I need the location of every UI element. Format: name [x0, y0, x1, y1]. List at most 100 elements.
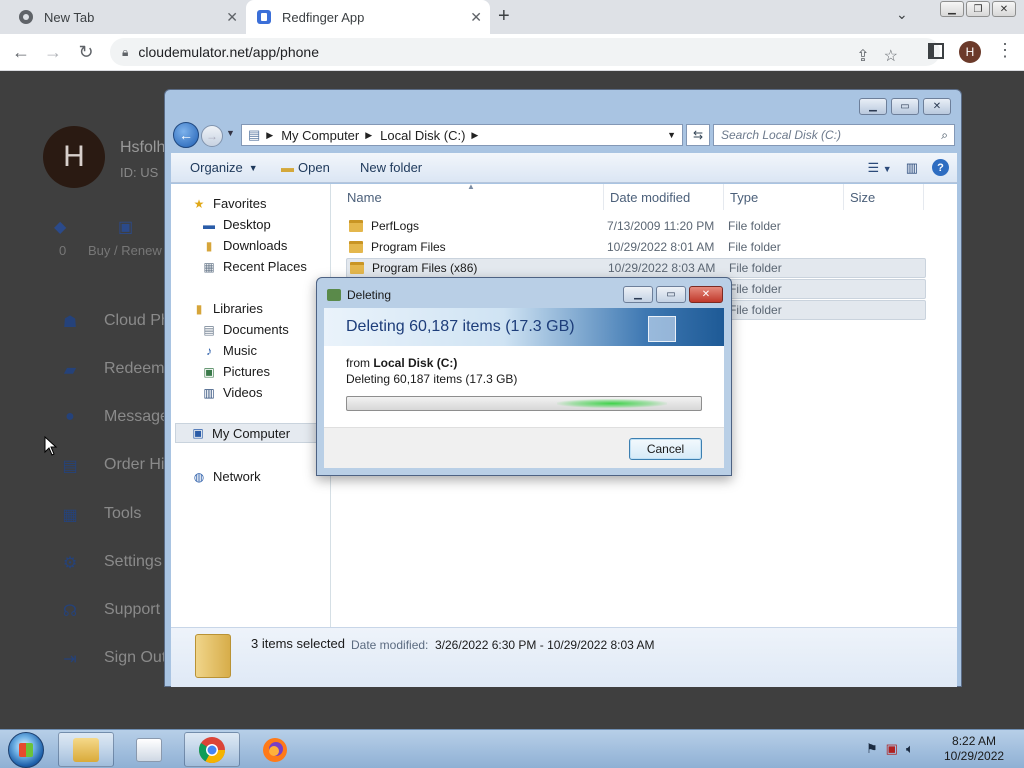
- tab-label: Redfinger App: [282, 9, 365, 25]
- breadcrumb-chevron-icon[interactable]: ▶: [365, 130, 372, 141]
- from-location: Local Disk (C:): [373, 356, 458, 370]
- address-bar[interactable]: 🔒︎ cloudemulator.net/app/phone ⇪ ☆: [110, 38, 940, 66]
- explorer-address-row: ← → ▼ ▤ ▶ My Computer ▶ Local Disk (C:) …: [171, 121, 957, 149]
- new-folder-button[interactable]: New folder: [360, 160, 422, 175]
- search-icon[interactable]: ⌕: [941, 128, 948, 143]
- back-arrow-icon[interactable]: ←: [10, 42, 32, 63]
- volume-icon[interactable]: 🔈︎: [906, 741, 914, 757]
- column-date-modified[interactable]: Date modified: [604, 184, 724, 210]
- taskbar-media-player[interactable]: [121, 732, 177, 767]
- nav-label: Favorites: [213, 196, 267, 211]
- back-arrow-icon[interactable]: ←: [173, 122, 199, 148]
- explorer-search-input[interactable]: Search Local Disk (C:) ⌕: [713, 124, 955, 146]
- menu-tools[interactable]: ▦ Tools: [60, 505, 141, 524]
- breadcrumb-chevron-icon[interactable]: ▶: [266, 130, 273, 141]
- minimize-icon[interactable]: ▁: [940, 1, 964, 17]
- close-icon[interactable]: ✕: [923, 98, 951, 115]
- cancel-button[interactable]: Cancel: [629, 438, 702, 460]
- nav-favorites[interactable]: ★ Favorites: [191, 196, 267, 211]
- explorer-address-bar[interactable]: ▤ ▶ My Computer ▶ Local Disk (C:) ▶ ▼: [241, 124, 683, 146]
- network-icon[interactable]: ▣: [886, 741, 898, 757]
- menu-cloud-phone[interactable]: ☗ Cloud Ph: [60, 312, 170, 331]
- refresh-icon[interactable]: ⇆: [686, 124, 710, 146]
- nav-label: Music: [223, 343, 257, 358]
- search-placeholder: Search Local Disk (C:): [721, 128, 842, 142]
- forward-arrow-icon[interactable]: →: [201, 125, 223, 147]
- address-dropdown-icon[interactable]: ▼: [667, 130, 676, 140]
- nav-music[interactable]: ♪ Music: [201, 343, 257, 358]
- file-name: Program Files: [371, 240, 446, 254]
- tab-search-chevron-icon[interactable]: ⌄: [896, 6, 908, 23]
- tab-redfinger-app[interactable]: Redfinger App ✕: [246, 0, 490, 34]
- breadcrumb-local-disk[interactable]: Local Disk (C:): [380, 128, 465, 143]
- nav-recent-places[interactable]: ▦ Recent Places: [201, 259, 307, 274]
- nav-documents[interactable]: ▤ Documents: [201, 322, 288, 337]
- nav-pictures[interactable]: ▣ Pictures: [201, 364, 270, 379]
- minimize-icon[interactable]: ▁: [623, 286, 653, 303]
- organize-button[interactable]: Organize ▼: [190, 160, 258, 175]
- taskbar-clock[interactable]: 8:22 AM 10/29/2022: [944, 734, 1004, 764]
- signout-icon: ⇥: [63, 651, 77, 668]
- breadcrumb-my-computer[interactable]: My Computer: [281, 128, 359, 143]
- close-icon[interactable]: ✕: [992, 1, 1016, 17]
- nav-network[interactable]: ◍ Network: [191, 469, 261, 484]
- star-icon: ★: [193, 196, 205, 211]
- open-button[interactable]: ▬ Open: [281, 160, 330, 175]
- maximize-icon[interactable]: ▭: [656, 286, 686, 303]
- close-tab-icon[interactable]: ✕: [470, 9, 482, 26]
- close-tab-icon[interactable]: ✕: [226, 9, 238, 26]
- side-panel-icon[interactable]: [928, 43, 944, 59]
- music-note-icon: ♪: [206, 343, 212, 358]
- nav-libraries[interactable]: ▮ Libraries: [191, 301, 263, 316]
- start-button[interactable]: [8, 732, 44, 768]
- file-row[interactable]: Program Files 10/29/2022 8:01 AM File fo…: [341, 237, 921, 257]
- change-view-icon[interactable]: ☰ ▼: [868, 160, 892, 176]
- menu-support[interactable]: ☊ Support: [60, 601, 160, 620]
- breadcrumb-chevron-icon[interactable]: ▶: [471, 130, 478, 141]
- menu-redeem[interactable]: ▰ Redeem: [60, 360, 165, 379]
- buy-renew-link[interactable]: Buy / Renew: [88, 243, 162, 258]
- crown-icon[interactable]: ▣: [118, 217, 133, 237]
- restore-icon[interactable]: ❐: [966, 1, 990, 17]
- nav-my-computer[interactable]: ▣ My Computer: [175, 423, 329, 443]
- file-name: PerfLogs: [371, 219, 420, 233]
- user-avatar[interactable]: H: [43, 126, 105, 188]
- taskbar-explorer[interactable]: [58, 732, 114, 767]
- nav-downloads[interactable]: ▮ Downloads: [201, 238, 288, 253]
- column-size[interactable]: Size: [844, 184, 924, 210]
- reload-icon[interactable]: ↻: [75, 42, 97, 63]
- documents-icon: ▤: [203, 322, 215, 337]
- taskbar-chrome[interactable]: [184, 732, 240, 767]
- file-row[interactable]: PerfLogs 7/13/2009 11:20 PM File folder: [341, 216, 921, 236]
- diamond-icon[interactable]: ◆: [54, 217, 66, 237]
- history-dropdown-icon[interactable]: ▼: [226, 128, 235, 138]
- libraries-icon: ▮: [195, 301, 203, 316]
- stat-count: 0: [59, 243, 67, 258]
- tab-new-tab[interactable]: New Tab ✕: [8, 0, 246, 34]
- forward-arrow-icon[interactable]: →: [42, 42, 64, 63]
- share-icon[interactable]: ⇪: [856, 46, 869, 66]
- profile-avatar[interactable]: H: [959, 41, 981, 63]
- menu-sign-out[interactable]: ⇥ Sign Out: [60, 649, 166, 668]
- minimize-icon[interactable]: ▁: [859, 98, 887, 115]
- close-icon[interactable]: ✕: [689, 286, 723, 303]
- preview-pane-icon[interactable]: ▥: [906, 160, 918, 176]
- menu-message[interactable]: ● Message: [60, 408, 169, 426]
- action-center-flag-icon[interactable]: ⚑: [866, 741, 878, 757]
- more-menu-icon[interactable]: ⋮: [996, 40, 1014, 61]
- column-type[interactable]: Type: [724, 184, 844, 210]
- nav-videos[interactable]: ▥ Videos: [201, 385, 262, 400]
- menu-settings[interactable]: ⚙ Settings: [60, 553, 162, 572]
- nav-desktop[interactable]: ▬ Desktop: [201, 217, 271, 232]
- menu-order-history[interactable]: ▤ Order Hi: [60, 456, 164, 475]
- new-tab-plus-icon[interactable]: +: [498, 5, 510, 28]
- file-row-selected[interactable]: Program Files (x86) 10/29/2022 8:03 AM F…: [346, 258, 926, 278]
- taskbar-firefox[interactable]: [247, 732, 303, 767]
- details-pane: 3 items selected Date modified: 3/26/202…: [171, 627, 957, 687]
- bookmark-star-icon[interactable]: ☆: [884, 46, 898, 66]
- selected-folders-icon: [195, 634, 231, 678]
- maximize-icon[interactable]: ▭: [891, 98, 919, 115]
- help-icon[interactable]: ?: [932, 159, 949, 176]
- column-name[interactable]: Name: [341, 184, 604, 210]
- dialog-window-controls: ▁ ▭ ✕: [623, 286, 723, 303]
